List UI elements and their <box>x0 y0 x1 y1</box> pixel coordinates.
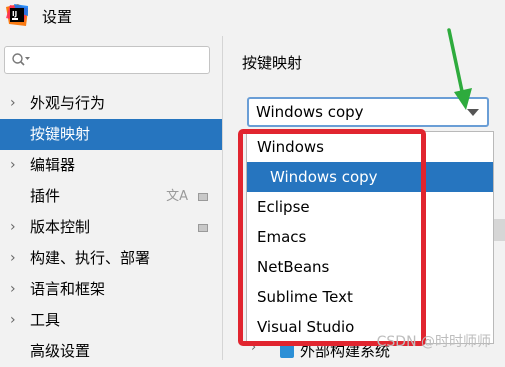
chevron-right-icon[interactable]: › <box>10 150 16 181</box>
settings-search-input[interactable] <box>4 46 210 74</box>
sidebar-item-vcs[interactable]: › 版本控制 <box>0 212 222 243</box>
chevron-right-icon[interactable]: › <box>10 88 16 119</box>
sidebar-item-tools[interactable]: › 工具 <box>0 305 222 336</box>
sidebar-item-label: 工具 <box>30 311 61 329</box>
sidebar-item-label: 外观与行为 <box>30 94 106 112</box>
watermark: CSDN @时时师师 <box>376 334 491 350</box>
sidebar-item-keymap[interactable]: 按键映射 <box>0 119 222 150</box>
keymap-option-sublime-text[interactable]: Sublime Text <box>247 282 493 312</box>
sidebar-item-label: 版本控制 <box>30 218 91 236</box>
keymap-dropdown-list: Windows Windows copy Eclipse Emacs NetBe… <box>246 131 494 344</box>
translate-icon: 文A <box>166 189 188 204</box>
sidebar-item-label: 插件 <box>30 187 61 205</box>
sidebar-item-label: 构建、执行、部署 <box>30 249 151 267</box>
sidebar-item-badges <box>198 212 208 243</box>
page-title: 按键映射 <box>242 54 303 72</box>
keymap-option-netbeans[interactable]: NetBeans <box>247 252 493 282</box>
intellij-app-icon: IJ <box>6 4 28 26</box>
sidebar-item-badges: 文A <box>166 181 208 212</box>
box-icon <box>198 192 208 201</box>
sidebar-item-label: 编辑器 <box>30 156 76 174</box>
table-header-fragment <box>494 219 505 241</box>
sidebar-item-appearance[interactable]: › 外观与行为 <box>0 88 222 119</box>
svg-text:IJ: IJ <box>12 10 17 18</box>
chevron-right-icon[interactable]: › <box>10 305 16 336</box>
search-icon <box>12 53 30 66</box>
sidebar-item-plugins[interactable]: 插件 文A <box>0 181 222 212</box>
window-title: 设置 <box>42 8 73 26</box>
annotation-green-arrow-icon <box>447 28 472 110</box>
settings-sidebar: › 外观与行为 按键映射 › 编辑器 插件 文A › 版本控制 › 构建、执行、… <box>0 36 223 360</box>
settings-nav: › 外观与行为 按键映射 › 编辑器 插件 文A › 版本控制 › 构建、执行、… <box>0 88 222 367</box>
keymap-option-eclipse[interactable]: Eclipse <box>247 192 493 222</box>
box-icon <box>198 223 208 232</box>
keymap-option-windows-copy[interactable]: Windows copy <box>247 162 493 192</box>
sidebar-item-languages[interactable]: › 语言和框架 <box>0 274 222 305</box>
folder-icon <box>280 344 294 358</box>
keymap-option-windows[interactable]: Windows <box>247 132 493 162</box>
title-bar: IJ 设置 <box>0 0 505 36</box>
chevron-right-icon[interactable]: › <box>10 212 16 243</box>
sidebar-item-label: 语言和框架 <box>30 280 106 298</box>
sidebar-item-editor[interactable]: › 编辑器 <box>0 150 222 181</box>
sidebar-item-advanced[interactable]: 高级设置 <box>0 336 222 367</box>
sidebar-item-build[interactable]: › 构建、执行、部署 <box>0 243 222 274</box>
chevron-right-icon[interactable]: › <box>10 243 16 274</box>
keymap-option-emacs[interactable]: Emacs <box>247 222 493 252</box>
keymap-select-value: Windows copy <box>256 103 364 121</box>
chevron-right-icon[interactable]: › <box>10 274 16 305</box>
sidebar-item-label: 高级设置 <box>30 342 91 360</box>
sidebar-item-label: 按键映射 <box>30 125 91 143</box>
